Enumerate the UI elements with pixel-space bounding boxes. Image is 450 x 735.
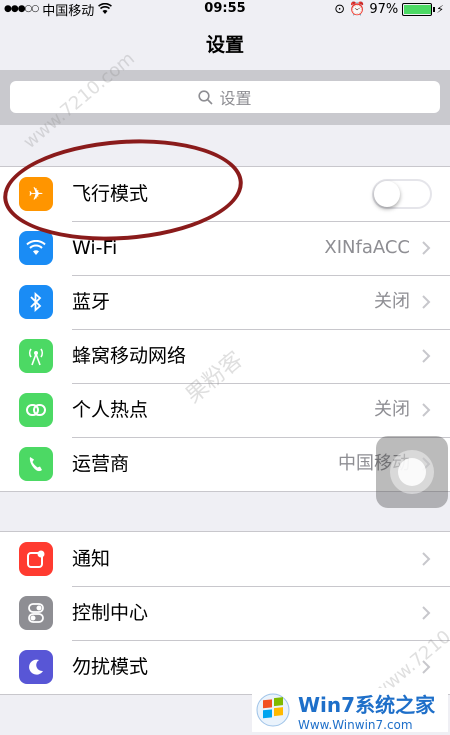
do-not-disturb-row[interactable]: 勿扰模式 bbox=[0, 640, 450, 694]
notifications-row[interactable]: 通知 bbox=[0, 532, 450, 586]
control-center-icon bbox=[19, 596, 53, 630]
control-center-row[interactable]: 控制中心 bbox=[0, 586, 450, 640]
settings-group-system: 通知 控制中心 勿扰模式 bbox=[0, 531, 450, 695]
cellular-icon bbox=[19, 339, 53, 373]
do-not-disturb-label: 勿扰模式 bbox=[72, 656, 149, 678]
site-logo: Win7系统之家 Www.Winwin7.com bbox=[252, 688, 448, 732]
airplane-mode-label: 飞行模式 bbox=[72, 183, 149, 205]
chevron-right-icon bbox=[422, 349, 431, 363]
cellular-label: 蜂窝移动网络 bbox=[72, 345, 187, 367]
bluetooth-row[interactable]: 蓝牙 关闭 bbox=[0, 275, 450, 329]
battery-percent: 97% bbox=[369, 1, 399, 17]
hotspot-icon bbox=[19, 393, 53, 427]
chevron-right-icon bbox=[422, 403, 431, 417]
notifications-icon bbox=[19, 542, 53, 576]
chevron-right-icon bbox=[422, 295, 431, 309]
charging-icon: ⚡ bbox=[436, 2, 444, 16]
chevron-right-icon bbox=[422, 606, 431, 620]
windows-logo-icon bbox=[256, 693, 290, 727]
chevron-right-icon bbox=[422, 660, 431, 674]
moon-icon bbox=[19, 650, 53, 684]
assistive-core bbox=[398, 458, 426, 486]
bluetooth-value: 关闭 bbox=[374, 291, 410, 312]
search-placeholder: 设置 bbox=[219, 89, 252, 108]
bluetooth-icon bbox=[19, 285, 53, 319]
wifi-value: XINfaACC bbox=[324, 237, 410, 258]
control-center-label: 控制中心 bbox=[72, 602, 149, 624]
search-input[interactable]: 设置 bbox=[10, 81, 440, 113]
bluetooth-label: 蓝牙 bbox=[72, 291, 111, 313]
airplane-mode-row: ✈ 飞行模式 bbox=[0, 167, 450, 221]
alarm-icon: ⏰ bbox=[349, 1, 366, 17]
logo-title: Win7系统之家 bbox=[298, 692, 436, 717]
hotspot-value: 关闭 bbox=[374, 399, 410, 420]
assistive-touch-button[interactable] bbox=[376, 436, 448, 508]
carrier-label-row: 运营商 bbox=[72, 453, 130, 475]
toggle-knob bbox=[374, 181, 400, 207]
hotspot-label: 个人热点 bbox=[72, 399, 149, 421]
search-bar: 设置 bbox=[0, 70, 450, 125]
search-icon bbox=[198, 89, 214, 105]
hotspot-row[interactable]: 个人热点 关闭 bbox=[0, 383, 450, 437]
wifi-row[interactable]: Wi-Fi XINfaACC bbox=[0, 221, 450, 275]
wifi-label: Wi-Fi bbox=[72, 237, 118, 259]
page-title: 设置 bbox=[205, 34, 244, 56]
cellular-row[interactable]: 蜂窝移动网络 bbox=[0, 329, 450, 383]
phone-icon bbox=[19, 447, 53, 481]
notifications-label: 通知 bbox=[72, 548, 111, 570]
chevron-right-icon bbox=[422, 552, 431, 566]
logo-url: Www.Winwin7.com bbox=[298, 717, 413, 732]
wifi-icon bbox=[19, 231, 53, 265]
rotation-lock-icon: ⊙ bbox=[334, 1, 346, 17]
airplane-icon: ✈ bbox=[19, 177, 53, 211]
chevron-right-icon bbox=[422, 241, 431, 255]
battery-icon bbox=[402, 2, 436, 16]
status-bar: ●●●○○ 中国移动 09:55 ⊙ ⏰ 97% ⚡ bbox=[0, 0, 450, 19]
airplane-mode-toggle[interactable] bbox=[372, 179, 432, 209]
